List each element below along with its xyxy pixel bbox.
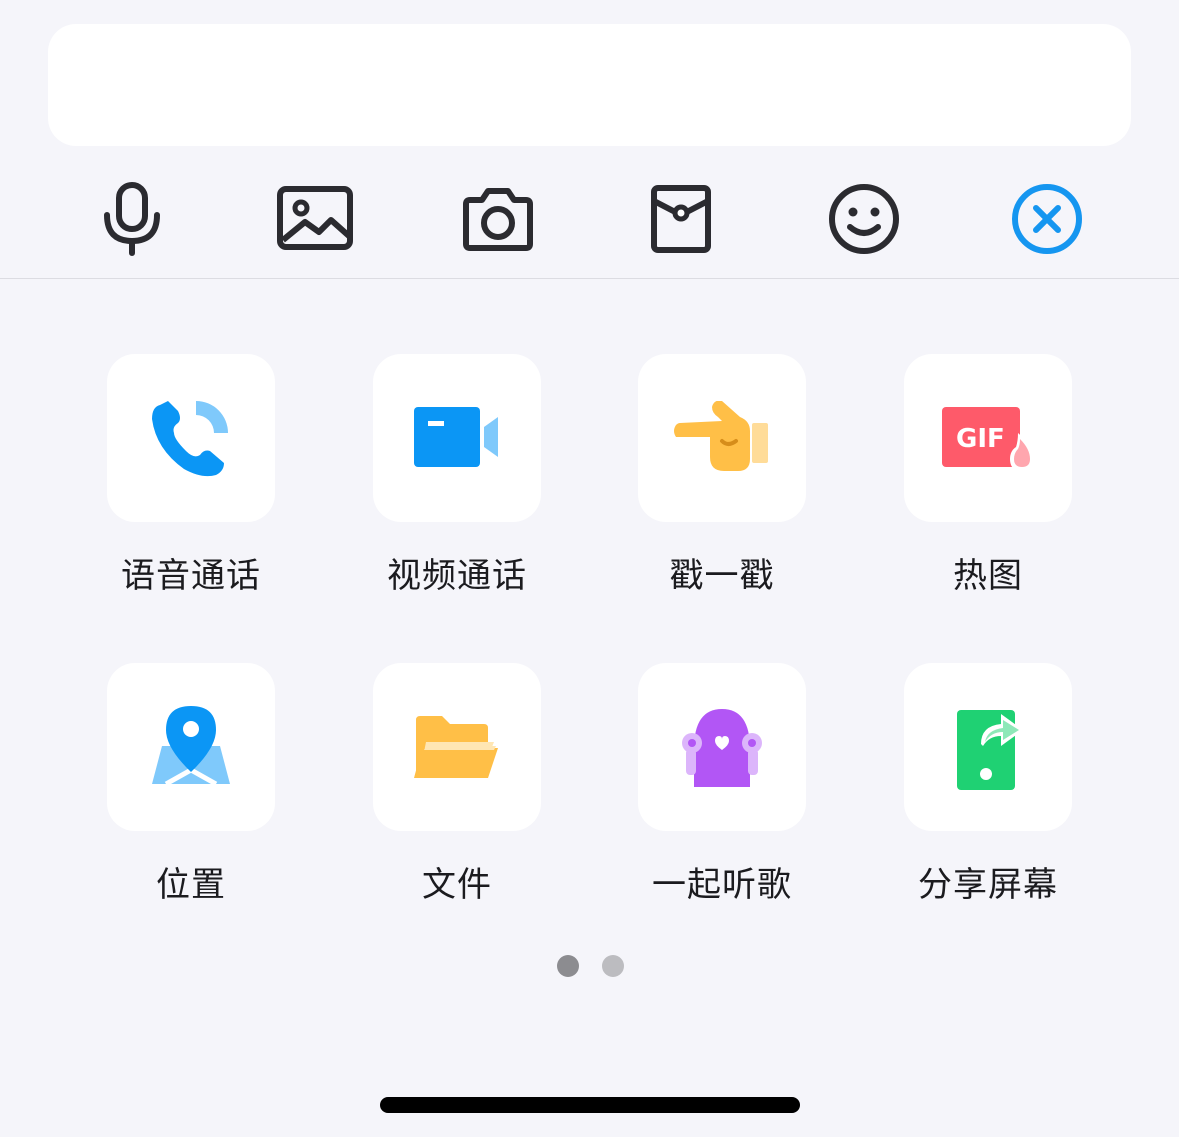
file-label: 文件 <box>422 865 492 905</box>
camera-button[interactable] <box>453 174 543 264</box>
listen-together-item[interactable]: 一起听歌 <box>612 663 832 913</box>
red-packet-icon <box>651 185 711 253</box>
close-circle-icon <box>1012 184 1082 254</box>
file-item[interactable]: 文件 <box>347 663 567 913</box>
listen-together-tile <box>638 663 806 831</box>
emoji-button[interactable] <box>819 174 909 264</box>
folder-icon <box>414 716 498 778</box>
location-tile <box>107 663 275 831</box>
image-icon <box>277 186 353 250</box>
poke-tile <box>638 354 806 522</box>
hot-gif-label: 热图 <box>953 556 1023 596</box>
poke-hand-icon <box>674 401 768 471</box>
svg-text:GIF: GIF <box>956 424 1005 454</box>
close-panel-button[interactable] <box>1002 174 1092 264</box>
voice-call-item[interactable]: 语音通话 <box>81 354 301 604</box>
voice-call-label: 语音通话 <box>121 556 261 596</box>
share-screen-tile <box>904 663 1072 831</box>
file-tile <box>373 663 541 831</box>
message-input[interactable] <box>48 24 1131 146</box>
video-call-item[interactable]: 视频通话 <box>347 354 567 604</box>
share-screen-item[interactable]: 分享屏幕 <box>878 663 1098 913</box>
location-item[interactable]: 位置 <box>81 663 301 913</box>
listen-together-label: 一起听歌 <box>652 865 792 905</box>
microphone-icon <box>104 182 160 256</box>
share-screen-icon <box>957 710 1023 790</box>
page-dot[interactable] <box>602 955 624 977</box>
hot-gif-tile: GIF <box>904 354 1072 522</box>
location-label: 位置 <box>156 865 226 905</box>
video-call-tile <box>373 354 541 522</box>
poke-label: 戳一戳 <box>669 556 775 596</box>
page-indicator <box>0 955 1179 977</box>
video-call-icon <box>414 407 498 467</box>
input-toolbar <box>0 150 1179 278</box>
voice-call-tile <box>107 354 275 522</box>
voice-call-icon <box>152 401 228 477</box>
video-call-label: 视频通话 <box>387 556 527 596</box>
red-packet-button[interactable] <box>636 174 726 264</box>
album-button[interactable] <box>270 174 360 264</box>
chat-extension-panel: 语音通话 视频通话 戳一戳 GIF 热图 位置 文件 一起听歌 分享屏幕 <box>0 0 1179 1137</box>
camera-icon <box>463 188 533 251</box>
page-dot-active[interactable] <box>557 955 579 977</box>
location-map-icon <box>152 706 230 787</box>
listen-together-icon <box>682 709 762 787</box>
share-screen-label: 分享屏幕 <box>918 865 1058 905</box>
voice-input-button[interactable] <box>87 174 177 264</box>
emoji-icon <box>829 184 899 254</box>
toolbar-divider <box>0 278 1179 279</box>
poke-item[interactable]: 戳一戳 <box>612 354 832 604</box>
hot-gif-item[interactable]: GIF 热图 <box>878 354 1098 604</box>
home-indicator[interactable] <box>380 1097 800 1113</box>
hot-gif-icon: GIF <box>942 407 1034 471</box>
